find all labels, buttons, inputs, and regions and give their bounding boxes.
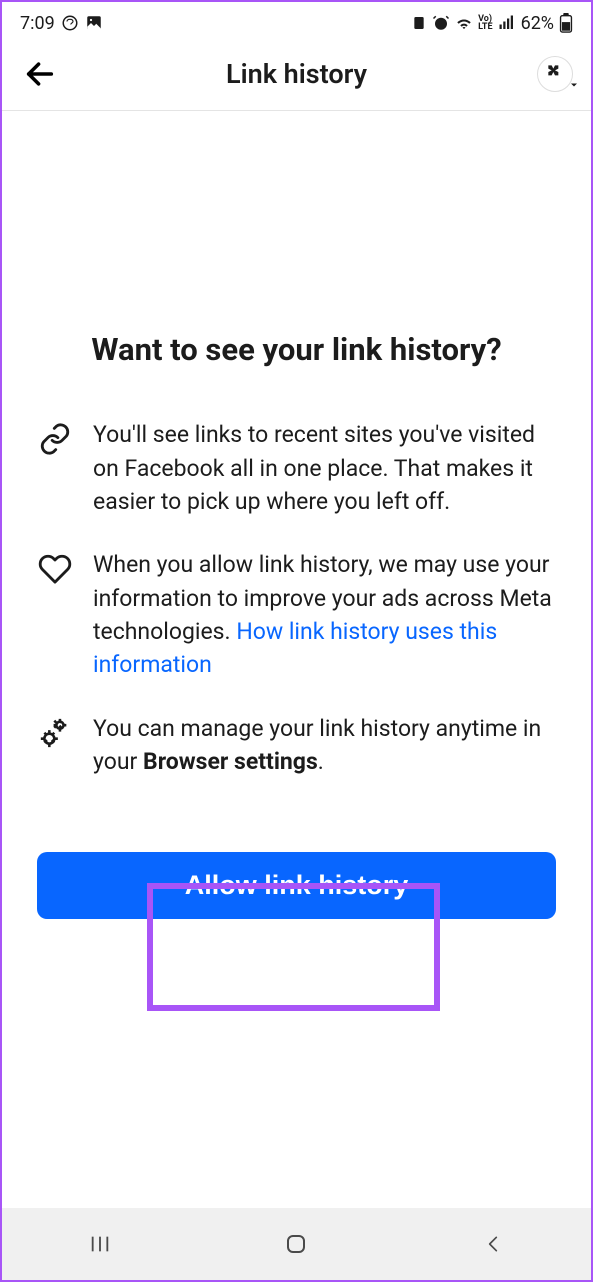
main-content: Want to see your link history? You'll se… [2, 111, 591, 919]
info-text-settings: You can manage your link history anytime… [93, 712, 556, 779]
page-title: Link history [226, 58, 367, 90]
back-nav-button[interactable] [453, 1224, 533, 1264]
battery-icon [559, 13, 573, 33]
system-nav-bar [2, 1208, 591, 1280]
recents-button[interactable] [60, 1224, 140, 1264]
app-header: Link history [2, 44, 591, 111]
gallery-icon [85, 14, 103, 32]
wifi-icon [455, 14, 473, 32]
status-time: 7:09 [20, 13, 55, 34]
status-bar: 7:09 Vo)LTE 62% [2, 2, 591, 44]
signal-icon [498, 14, 516, 32]
status-left: 7:09 [20, 13, 103, 34]
home-button[interactable] [256, 1224, 336, 1264]
gears-icon [37, 712, 73, 748]
info-row-ads: When you allow link history, we may use … [37, 548, 556, 681]
browser-settings-bold: Browser settings [143, 748, 318, 775]
whatsapp-icon [61, 14, 79, 32]
profile-switcher-button[interactable] [537, 56, 573, 92]
heart-icon [37, 548, 73, 584]
info-text-links: You'll see links to recent sites you've … [93, 418, 556, 518]
info-row-settings: You can manage your link history anytime… [37, 712, 556, 779]
battery-percent: 62% [521, 13, 554, 34]
volte-icon: Vo)LTE [478, 15, 493, 31]
data-saver-icon [411, 15, 427, 31]
info-row-links: You'll see links to recent sites you've … [37, 418, 556, 518]
profile-avatar-icon [545, 62, 565, 87]
chevron-down-icon [568, 79, 580, 95]
hero-title: Want to see your link history? [37, 331, 556, 368]
alarm-icon [432, 14, 450, 32]
info-text-ads: When you allow link history, we may use … [93, 548, 556, 681]
back-button[interactable] [20, 54, 60, 94]
arrow-left-icon [23, 57, 57, 91]
link-icon [37, 418, 73, 454]
status-right: Vo)LTE 62% [411, 13, 573, 34]
allow-link-history-button[interactable]: Allow link history [37, 852, 556, 919]
